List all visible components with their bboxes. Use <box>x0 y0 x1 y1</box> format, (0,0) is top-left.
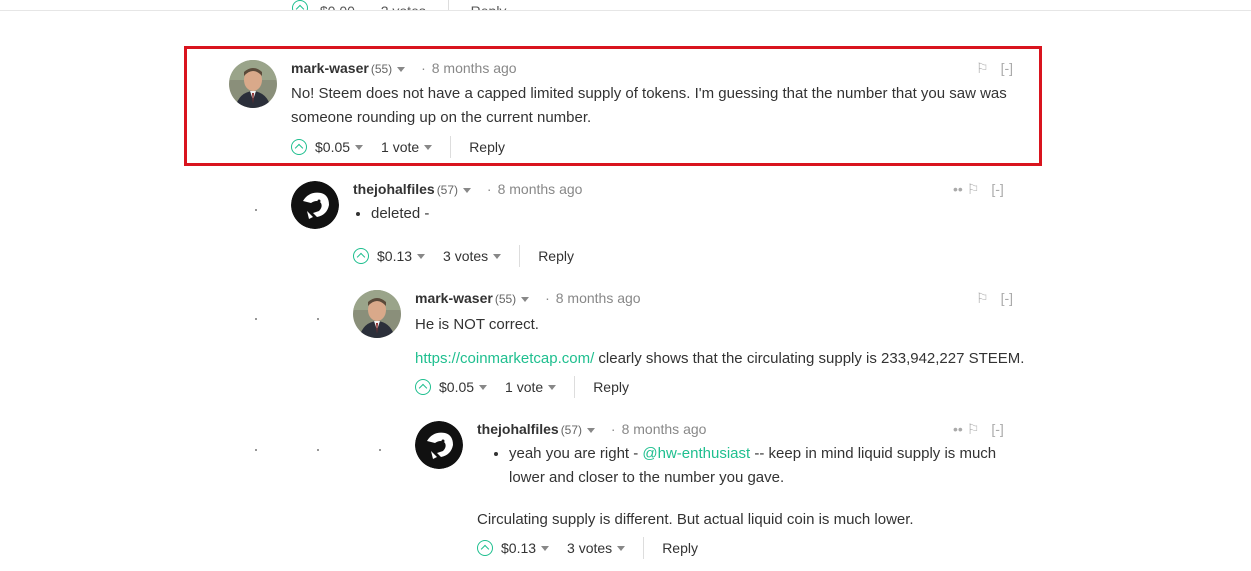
body-text: clearly shows that the circulating suppl… <box>594 350 1025 367</box>
avatar[interactable] <box>229 60 277 108</box>
votes-count[interactable]: 2 votes <box>381 3 426 10</box>
flag-icon[interactable]: ⚐ <box>967 181 980 197</box>
reputation: (57) <box>436 183 459 197</box>
thread-dot <box>255 318 257 320</box>
thread-dot <box>317 449 319 451</box>
chevron-down-icon[interactable] <box>397 66 406 72</box>
comment-footer: $0.13 3 votes Reply <box>477 537 698 559</box>
thread-dot <box>317 318 319 320</box>
collapse-toggle[interactable]: [-] <box>991 421 1003 437</box>
coinmarketcap-link[interactable]: https://coinmarketcap.com/ <box>415 350 594 367</box>
reputation: (57) <box>560 423 583 437</box>
upvote-icon[interactable] <box>415 379 431 395</box>
comment-header: thejohalfiles (57) · 8 months ago <box>477 421 707 437</box>
chevron-down-icon[interactable] <box>521 296 530 302</box>
flag-icon[interactable]: ⚐ <box>976 290 989 306</box>
chevron-down-icon[interactable] <box>548 384 557 390</box>
upvote-icon[interactable] <box>477 540 493 556</box>
comment-header: mark-waser (55) · 8 months ago <box>291 60 517 76</box>
collapse-toggle[interactable]: [-] <box>991 181 1003 197</box>
payout[interactable]: $0.05 <box>315 139 350 155</box>
timestamp[interactable]: 8 months ago <box>432 60 517 76</box>
timestamp[interactable]: 8 months ago <box>622 421 707 437</box>
payout[interactable]: $0.00 <box>320 3 355 10</box>
chevron-down-icon[interactable] <box>493 253 502 259</box>
author-name[interactable]: thejohalfiles <box>477 421 559 437</box>
comment-header: thejohalfiles (57) · 8 months ago <box>353 181 583 197</box>
comment-tools: •• ⚐ [-] <box>953 181 1004 198</box>
chevron-down-icon[interactable] <box>617 545 626 551</box>
chevron-down-icon[interactable] <box>463 187 472 193</box>
thread-dot <box>379 449 381 451</box>
reply-link[interactable]: Reply <box>593 379 629 395</box>
collapse-toggle[interactable]: [-] <box>1001 60 1013 76</box>
comment-body: He is NOT correct. <box>415 316 539 333</box>
author-name[interactable]: mark-waser <box>291 60 369 76</box>
list-item: yeah you are right - @hw-enthusiast -- k… <box>509 442 1017 490</box>
chevron-down-icon[interactable] <box>417 253 426 259</box>
author-name[interactable]: mark-waser <box>415 290 493 306</box>
more-icon[interactable]: •• <box>953 421 963 437</box>
chevron-down-icon[interactable] <box>541 545 550 551</box>
chevron-down-icon[interactable] <box>587 427 596 433</box>
upvote-icon[interactable] <box>291 139 307 155</box>
collapse-toggle[interactable]: [-] <box>1001 290 1013 306</box>
reply-link[interactable]: Reply <box>471 3 507 10</box>
flag-icon[interactable]: ⚐ <box>976 60 989 76</box>
more-icon[interactable]: •• <box>953 181 963 197</box>
votes-count[interactable]: 3 votes <box>443 248 488 264</box>
timestamp[interactable]: 8 months ago <box>498 181 583 197</box>
votes-count[interactable]: 1 vote <box>505 379 543 395</box>
comment-header: mark-waser (55) · 8 months ago <box>415 290 641 306</box>
payout[interactable]: $0.05 <box>439 379 474 395</box>
thread-dot <box>255 209 257 211</box>
flag-icon[interactable]: ⚐ <box>967 421 980 437</box>
reply-link[interactable]: Reply <box>538 248 574 264</box>
comment-footer: $0.05 1 vote Reply <box>415 376 629 398</box>
reputation: (55) <box>370 62 393 76</box>
votes-count[interactable]: 3 votes <box>567 540 612 556</box>
avatar[interactable] <box>353 290 401 338</box>
timestamp[interactable]: 8 months ago <box>556 290 641 306</box>
payout[interactable]: $0.13 <box>501 540 536 556</box>
chevron-down-icon[interactable] <box>424 144 433 150</box>
comment-footer: $0.05 1 vote Reply <box>291 136 505 158</box>
list-item: deleted - <box>371 202 1013 226</box>
comment-body: https://coinmarketcap.com/ clearly shows… <box>415 347 1055 371</box>
avatar[interactable] <box>291 181 339 229</box>
previous-comment-footer: $0.00 2 votes Reply <box>0 0 1251 11</box>
payout[interactable]: $0.13 <box>377 248 412 264</box>
comment-body: yeah you are right - @hw-enthusiast -- k… <box>477 442 1017 490</box>
comment-tools: ⚐ [-] <box>964 60 1013 77</box>
upvote-icon[interactable] <box>292 0 308 10</box>
comment-footer: $0.13 3 votes Reply <box>353 245 574 267</box>
comment-tools: ⚐ [-] <box>964 290 1013 307</box>
comment-tools: •• ⚐ [-] <box>953 421 1004 438</box>
author-name[interactable]: thejohalfiles <box>353 181 435 197</box>
comment-body: deleted - <box>353 202 1013 226</box>
avatar[interactable] <box>415 421 463 469</box>
comment-body: Circulating supply is different. But act… <box>477 511 914 528</box>
votes-count[interactable]: 1 vote <box>381 139 419 155</box>
upvote-icon[interactable] <box>353 248 369 264</box>
reputation: (55) <box>494 292 517 306</box>
thread-dot <box>255 449 257 451</box>
comment-body: No! Steem does not have a capped limited… <box>291 85 1007 126</box>
reply-link[interactable]: Reply <box>469 139 505 155</box>
chevron-down-icon[interactable] <box>479 384 488 390</box>
chevron-down-icon[interactable] <box>355 144 364 150</box>
reply-link[interactable]: Reply <box>662 540 698 556</box>
user-mention-link[interactable]: @hw-enthusiast <box>642 445 750 462</box>
